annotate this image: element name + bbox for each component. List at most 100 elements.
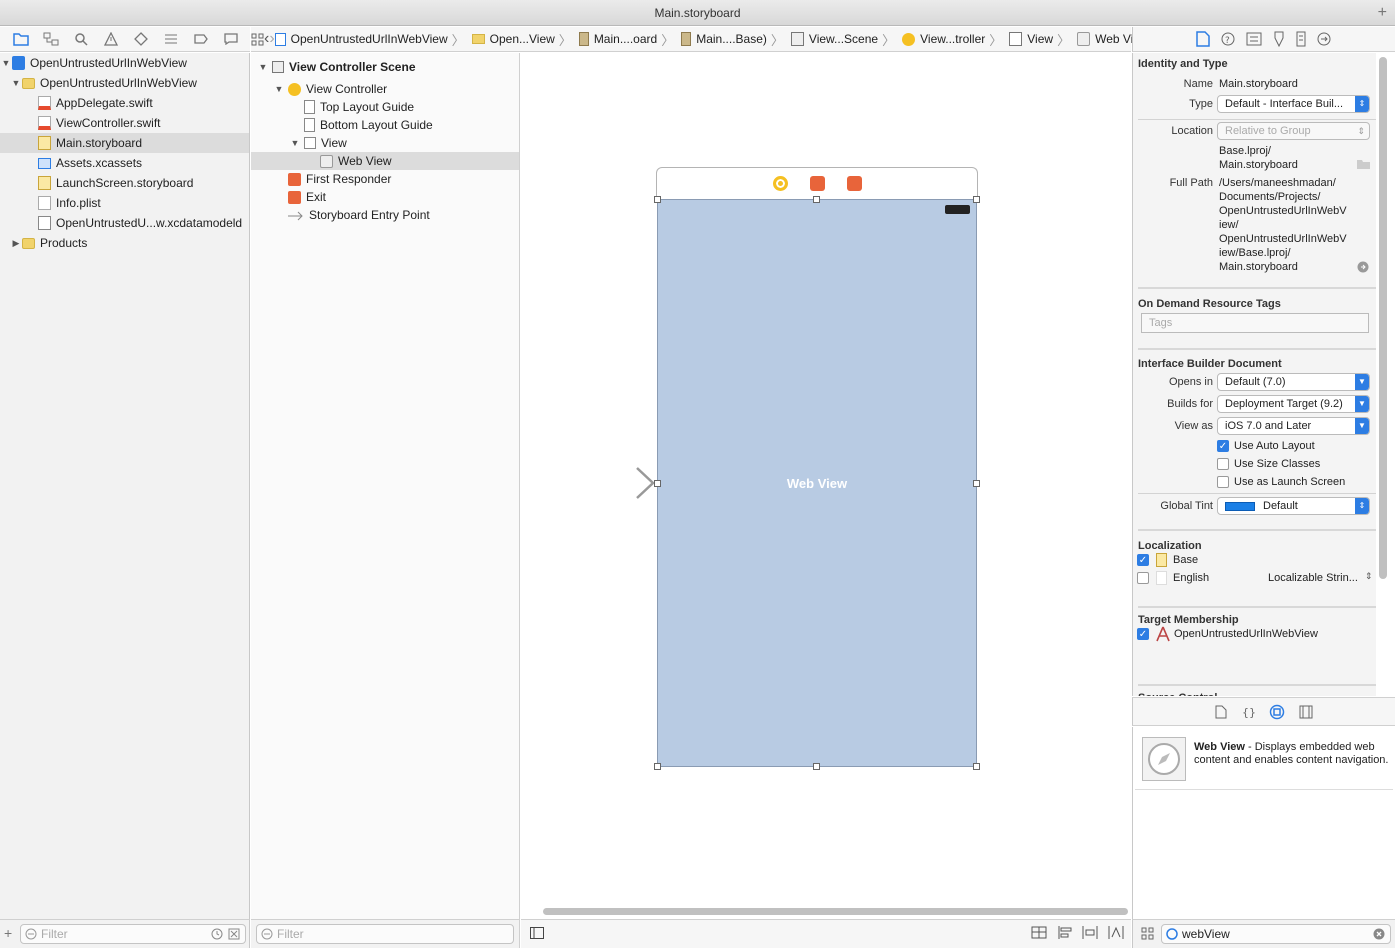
- tree-item[interactable]: Info.plist: [0, 193, 249, 213]
- resize-handle[interactable]: [654, 763, 661, 770]
- english-localization-label: English: [1173, 572, 1210, 584]
- align-icon[interactable]: [1057, 926, 1073, 939]
- stack-icon[interactable]: [1031, 926, 1047, 939]
- breadcrumb-item[interactable]: Main....Base) 〉: [681, 30, 788, 49]
- breakpoint-navigator-icon[interactable]: [186, 34, 216, 44]
- resize-handle[interactable]: [973, 480, 980, 487]
- resolve-issues-icon[interactable]: [1108, 926, 1124, 939]
- connections-inspector-icon[interactable]: [1316, 31, 1332, 47]
- outline-item[interactable]: Top Layout Guide: [251, 98, 519, 116]
- choose-folder-icon[interactable]: [1357, 159, 1370, 169]
- disclosure-triangle-icon[interactable]: ▼: [257, 62, 269, 72]
- size-classes-checkbox[interactable]: [1217, 458, 1229, 470]
- entry-point-arrow-icon[interactable]: [561, 465, 661, 501]
- resize-handle[interactable]: [654, 196, 661, 203]
- breadcrumb-item[interactable]: View...troller 〉: [902, 30, 1006, 49]
- tree-item[interactable]: ▶ Products: [0, 233, 249, 253]
- storyboard-canvas[interactable]: Web View: [521, 53, 1131, 919]
- type-popup[interactable]: Default - Interface Buil... ⇕: [1217, 95, 1370, 113]
- debug-navigator-icon[interactable]: [156, 33, 186, 45]
- base-localization-checkbox[interactable]: ✓: [1137, 554, 1149, 566]
- view-as-popup[interactable]: iOS 7.0 and Later ▼: [1217, 417, 1370, 435]
- global-tint-popup[interactable]: Default ⇕: [1217, 497, 1370, 515]
- first-responder-icon[interactable]: [809, 175, 825, 191]
- toggle-outline-icon[interactable]: [530, 927, 544, 939]
- target-checkbox[interactable]: ✓: [1137, 628, 1149, 640]
- resize-handle[interactable]: [973, 196, 980, 203]
- breadcrumb-item[interactable]: Main....oard 〉: [578, 30, 678, 49]
- file-template-icon[interactable]: [1215, 705, 1227, 719]
- breadcrumb-item[interactable]: Open...View 〉: [471, 30, 576, 49]
- reveal-in-finder-icon[interactable]: [1357, 261, 1369, 273]
- tree-item[interactable]: Assets.xcassets: [0, 153, 249, 173]
- tree-item[interactable]: AppDelegate.swift: [0, 93, 249, 113]
- disclosure-triangle-icon[interactable]: ▼: [0, 58, 12, 68]
- disclosure-triangle-icon[interactable]: ▼: [10, 78, 22, 88]
- disclosure-triangle-icon[interactable]: ▼: [289, 138, 301, 148]
- related-items-icon[interactable]: [251, 33, 264, 46]
- issue-navigator-icon[interactable]: [96, 32, 126, 46]
- add-file-icon[interactable]: +: [4, 925, 12, 941]
- find-navigator-icon[interactable]: [66, 32, 96, 46]
- file-inspector-icon[interactable]: [1196, 31, 1210, 47]
- view-controller-icon[interactable]: [772, 175, 788, 191]
- resize-handle[interactable]: [973, 763, 980, 770]
- inspector-scrollbar[interactable]: [1379, 57, 1387, 579]
- builds-for-popup[interactable]: Deployment Target (9.2) ▼: [1217, 395, 1370, 413]
- tree-item[interactable]: ViewController.swift: [0, 113, 249, 133]
- identity-inspector-icon[interactable]: [1246, 32, 1262, 46]
- english-localization-checkbox[interactable]: [1137, 572, 1149, 584]
- outline-item[interactable]: Exit: [251, 188, 519, 206]
- clear-search-icon[interactable]: [1373, 928, 1385, 940]
- size-inspector-icon[interactable]: [1296, 31, 1306, 47]
- scm-filter-icon[interactable]: [228, 928, 240, 940]
- add-tab-icon[interactable]: +: [1378, 0, 1387, 26]
- report-navigator-icon[interactable]: [216, 33, 246, 45]
- media-library-icon[interactable]: [1299, 705, 1313, 719]
- outline-item[interactable]: ▼ View: [251, 134, 519, 152]
- library-search-field[interactable]: webView: [1161, 924, 1391, 944]
- tree-item[interactable]: ▼ OpenUntrustedUrlInWebView: [0, 73, 249, 93]
- test-navigator-icon[interactable]: [126, 32, 156, 46]
- web-view[interactable]: Web View: [657, 199, 977, 767]
- resize-handle[interactable]: [654, 480, 661, 487]
- project-navigator-icon[interactable]: [6, 32, 36, 46]
- opens-in-popup[interactable]: Default (7.0) ▼: [1217, 373, 1370, 391]
- outline-item[interactable]: First Responder: [251, 170, 519, 188]
- disclosure-triangle-icon[interactable]: ▼: [273, 84, 285, 94]
- grid-view-icon[interactable]: [1141, 927, 1154, 940]
- object-library-icon[interactable]: [1269, 704, 1285, 720]
- breadcrumb-item[interactable]: View 〉: [1009, 30, 1074, 49]
- tags-field[interactable]: Tags: [1141, 313, 1369, 333]
- exit-icon[interactable]: [846, 175, 862, 191]
- horizontal-scrollbar[interactable]: [543, 908, 1128, 915]
- symbol-navigator-icon[interactable]: [36, 32, 66, 46]
- tree-item[interactable]: OpenUntrustedU...w.xcdatamodeld: [0, 213, 249, 233]
- english-localization-type[interactable]: Localizable Strin...: [1268, 572, 1358, 584]
- launch-screen-checkbox[interactable]: [1217, 476, 1229, 488]
- tree-item[interactable]: LaunchScreen.storyboard: [0, 173, 249, 193]
- tree-item[interactable]: ▼ OpenUntrustedUrlInWebView: [0, 53, 249, 73]
- resize-handle[interactable]: [813, 196, 820, 203]
- code-snippet-icon[interactable]: {}: [1241, 705, 1255, 719]
- library-item[interactable]: Web View - Displays embedded web content…: [1135, 730, 1393, 790]
- quick-help-icon[interactable]: ?: [1220, 31, 1236, 47]
- outline-item[interactable]: Storyboard Entry Point: [251, 206, 519, 224]
- outline-item[interactable]: ▼ View Controller: [251, 80, 519, 98]
- disclosure-triangle-icon[interactable]: ▶: [10, 238, 22, 249]
- outline-item[interactable]: ▼ View Controller Scene: [251, 58, 519, 76]
- breadcrumb-item[interactable]: View...Scene 〉: [790, 30, 899, 49]
- auto-layout-checkbox[interactable]: ✓: [1217, 440, 1229, 452]
- outline-item[interactable]: Bottom Layout Guide: [251, 116, 519, 134]
- outline-filter-field[interactable]: Filter: [256, 924, 514, 944]
- recent-files-icon[interactable]: [211, 928, 223, 940]
- navigator-filter-field[interactable]: Filter: [20, 924, 246, 944]
- location-popup[interactable]: Relative to Group ⇕: [1217, 122, 1370, 140]
- breadcrumb-item[interactable]: OpenUntrustedUrlInWebView 〉: [274, 30, 469, 49]
- resize-handle[interactable]: [813, 763, 820, 770]
- outline-item-selected[interactable]: Web View: [251, 152, 519, 170]
- attributes-inspector-icon[interactable]: [1272, 31, 1286, 47]
- tree-item-selected[interactable]: Main.storyboard: [0, 133, 249, 153]
- builds-for-value: Deployment Target (9.2): [1225, 398, 1343, 410]
- pin-icon[interactable]: [1082, 926, 1098, 939]
